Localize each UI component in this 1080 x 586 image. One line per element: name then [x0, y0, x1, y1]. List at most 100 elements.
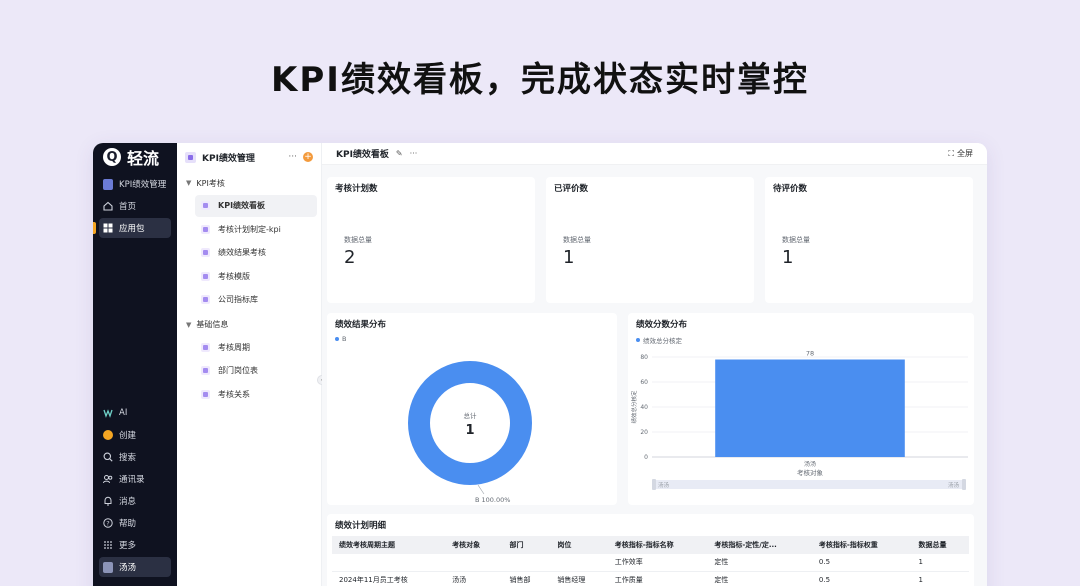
nav-item-user[interactable]: 汤汤 [99, 557, 171, 577]
page-title: KPI绩效看板 [336, 150, 389, 160]
y-tick-label: 0 [644, 454, 648, 461]
search-icon [103, 452, 113, 462]
column-header[interactable]: 部门 [502, 536, 551, 554]
sidebar-group-label: KPI考核 [196, 178, 225, 188]
nav-item-label: 消息 [119, 497, 137, 507]
table-cell [550, 554, 608, 572]
sidebar-item-template[interactable]: 考核模版 [195, 265, 317, 287]
app-window: Q 轻流 KPI绩效管理 首页 应用包 AI 创建 搜索 通讯录 消息 ? 帮助… [93, 143, 987, 586]
column-header[interactable]: 绩效考核周期主题 [332, 536, 446, 554]
table-card-plan-details: 绩效计划明细 绩效考核周期主题 考核对象 部门 岗位 考核指标-指标名称 考核指标-定性/… [327, 514, 974, 586]
bar-data-label: 78 [806, 350, 814, 358]
column-header[interactable]: 考核指标-指标权重 [811, 536, 912, 554]
zoom-slider-right-label: 汤汤 [948, 481, 960, 489]
column-header[interactable]: 考核指标-指标名称 [607, 536, 708, 554]
sidebar-group-kpi[interactable]: ▼ KPI考核 [177, 173, 321, 193]
nav-item-search[interactable]: 搜索 [99, 447, 171, 467]
table-cell: 2024年11月员工考核 [332, 571, 446, 586]
table-cell: 销售经理 [550, 571, 608, 586]
cycle-icon [201, 342, 210, 352]
sidebar-header: KPI绩效管理 ··· + [177, 145, 321, 169]
y-tick-label: 60 [640, 379, 648, 386]
card-title: 待评价数 [773, 184, 808, 194]
nav-item-contacts[interactable]: 通讯录 [99, 469, 171, 489]
sidebar-item-dept[interactable]: 部门岗位表 [195, 360, 317, 382]
chart-card-result-distribution: 绩效结果分布 B 总计 1 B 100.00% [327, 313, 617, 505]
stat-label: 数据总量 [563, 236, 591, 244]
edit-icon[interactable]: ✎ [396, 149, 403, 158]
nav-item-messages[interactable]: 消息 [99, 491, 171, 511]
sidebar-item-label: 公司指标库 [218, 295, 258, 304]
nav-item-label: 创建 [119, 431, 137, 441]
table-row[interactable]: 工作效率 定性 0.5 1 [332, 554, 969, 572]
card-title: 考核计划数 [335, 184, 378, 194]
app-logo[interactable]: Q 轻流 [93, 143, 177, 171]
table-cell [332, 554, 446, 572]
chart-card-score-distribution: 绩效分数分布 绩效总分核定 0 20 40 60 80 78 汤汤 考核对象 绩效总分核定 汤汤汤… [628, 313, 974, 505]
sidebar-item-kpi-dashboard[interactable]: KPI绩效看板 [195, 194, 317, 217]
sidebar-item-result[interactable]: 绩效结果考核 [195, 242, 317, 264]
sidebar-item-relation[interactable]: 考核关系 [195, 383, 317, 405]
table-cell: 汤汤 [445, 571, 503, 586]
form-icon [201, 248, 210, 257]
stat-value: 1 [782, 247, 794, 268]
sidebar-item-indicators[interactable]: 公司指标库 [195, 289, 317, 311]
nav-item-app-package[interactable]: 应用包 [99, 218, 171, 238]
more-icon[interactable]: ··· [410, 149, 418, 158]
chart-icon [201, 295, 210, 304]
sidebar-item-label: 绩效结果考核 [218, 248, 266, 257]
y-tick-label: 20 [640, 429, 648, 436]
column-header[interactable]: 岗位 [550, 536, 608, 554]
nav-item-help[interactable]: ? 帮助 [99, 513, 171, 533]
nav-item-create[interactable]: 创建 [99, 425, 171, 445]
table-cell: 工作质量 [607, 571, 708, 586]
fullscreen-label: 全屏 [957, 149, 973, 158]
main-content: KPI绩效看板 ✎ ··· ⛶ 全屏 考核计划数 数据总量 2 已评价数 数据总… [322, 143, 987, 586]
fullscreen-button[interactable]: ⛶ 全屏 [948, 148, 973, 159]
column-header[interactable]: 数据总量 [911, 536, 969, 554]
nav-item-kpi-app[interactable]: KPI绩效管理 [99, 174, 171, 194]
stat-label: 数据总量 [782, 236, 810, 244]
table-header-row: 绩效考核周期主题 考核对象 部门 岗位 考核指标-指标名称 考核指标-定性/定... 考核指… [332, 536, 969, 554]
app-name: 轻流 [127, 149, 160, 168]
nav-item-label: 应用包 [119, 224, 145, 234]
y-tick-label: 80 [640, 354, 648, 361]
promo-headline: KPI绩效看板，完成状态实时掌控 [271, 60, 809, 100]
table-row[interactable]: 2024年11月员工考核 汤汤 销售部 销售经理 工作质量 定性 0.5 1 [332, 571, 969, 586]
bar-汤汤 [715, 359, 905, 457]
nav-item-ai[interactable]: AI [99, 403, 171, 423]
zoom-slider-track [654, 480, 964, 489]
nav-item-home[interactable]: 首页 [99, 196, 171, 216]
column-header[interactable]: 考核对象 [445, 536, 503, 554]
help-icon: ? [103, 518, 113, 528]
sidebar-item-label: 部门岗位表 [218, 366, 258, 375]
donut-chart: 总计 1 B 100.00% [408, 361, 532, 504]
user-icon [201, 389, 210, 399]
more-icon[interactable]: ··· [288, 152, 297, 162]
create-icon [103, 430, 113, 440]
nav-item-label: 通讯录 [119, 475, 145, 485]
caret-down-icon: ▼ [186, 320, 192, 329]
column-header[interactable]: 考核指标-定性/定... [707, 536, 812, 554]
bar-chart: 020406080 78汤汤考核对象绩效总分核定汤汤 汤汤 [630, 350, 968, 490]
table-icon [201, 366, 210, 375]
svg-text:?: ? [106, 519, 109, 527]
sidebar-title: KPI绩效管理 [202, 153, 255, 164]
card-title: 绩效计划明细 [335, 521, 387, 531]
table-cell [502, 554, 551, 572]
active-indicator [93, 222, 96, 234]
stat-value: 2 [344, 247, 356, 268]
nav-item-label: 搜索 [119, 453, 137, 463]
contacts-icon [103, 474, 113, 484]
zoom-slider-handle-left [652, 479, 656, 490]
add-button[interactable]: + [303, 152, 313, 162]
x-axis-title: 考核对象 [797, 468, 824, 477]
stat-card-pending: 待评价数 数据总量 1 [765, 177, 973, 303]
nav-item-more[interactable]: 更多 [99, 535, 171, 555]
nav-item-label: KPI绩效管理 [119, 180, 167, 190]
sidebar-group-basic[interactable]: ▼ 基础信息 [177, 315, 321, 335]
x-tick-label: 汤汤 [804, 460, 816, 468]
detail-table: 绩效考核周期主题 考核对象 部门 岗位 考核指标-指标名称 考核指标-定性/定... 考核指… [332, 536, 969, 586]
sidebar-item-plan[interactable]: 考核计划制定-kpi [195, 218, 317, 240]
sidebar-item-cycle[interactable]: 考核周期 [195, 336, 317, 358]
